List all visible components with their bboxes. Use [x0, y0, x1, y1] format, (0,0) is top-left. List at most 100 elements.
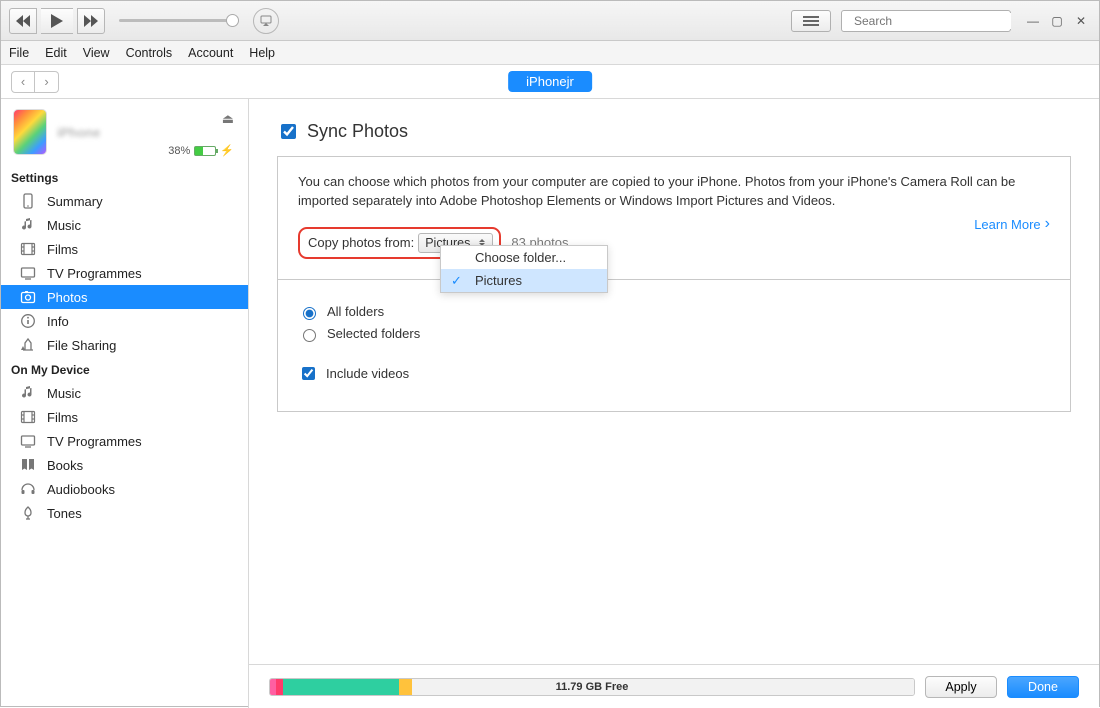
radio-all-folders[interactable]: All folders [298, 304, 1050, 320]
sidebar-item-photos[interactable]: Photos [1, 285, 248, 309]
include-videos-checkbox[interactable]: Include videos [298, 364, 1050, 383]
nav-bar: ‹ › iPhonejr [1, 65, 1099, 99]
sync-photos-header: Sync Photos [277, 121, 1071, 142]
play-button[interactable] [41, 8, 73, 34]
battery-text: 38% [168, 145, 190, 157]
sidebar-item-label: Films [47, 242, 78, 257]
include-videos-label: Include videos [326, 366, 409, 381]
nav-forward-button[interactable]: › [35, 71, 59, 93]
capacity-bar[interactable]: 11.79 GB Free [269, 678, 915, 696]
audiobooks-icon [19, 480, 37, 498]
list-view-button[interactable] [791, 10, 831, 32]
film-icon [19, 240, 37, 258]
sidebar-item-label: Audiobooks [47, 482, 115, 497]
radio-all-label: All folders [327, 304, 384, 319]
sync-photos-title: Sync Photos [307, 121, 408, 142]
sidebar-item-books[interactable]: Books [1, 453, 248, 477]
sidebar-item-label: Info [47, 314, 69, 329]
menu-edit[interactable]: Edit [45, 46, 67, 60]
playback-controls [1, 8, 105, 34]
search-field[interactable] [841, 10, 1011, 32]
sidebar-item-music[interactable]: Music [1, 213, 248, 237]
sidebar-item-audiobooks[interactable]: Audiobooks [1, 477, 248, 501]
maximize-button[interactable]: ▢ [1045, 12, 1069, 30]
sidebar-section-settings: Settings [1, 165, 248, 189]
device-tab[interactable]: iPhonejr [508, 71, 592, 92]
menu-help[interactable]: Help [249, 46, 275, 60]
sidebar-item-label: Photos [47, 290, 87, 305]
close-button[interactable]: ✕ [1069, 12, 1093, 30]
airplay-button[interactable] [253, 8, 279, 34]
battery-icon [194, 146, 216, 156]
tv-icon [19, 432, 37, 450]
dropdown-option-choose-folder-[interactable]: Choose folder... [441, 246, 607, 269]
sidebar-item-label: Films [47, 410, 78, 425]
menu-account[interactable]: Account [188, 46, 233, 60]
dropdown-option-pictures[interactable]: ✓ Pictures [441, 269, 607, 292]
folder-options-panel: All folders Selected folders Include vid… [277, 280, 1071, 412]
sidebar-item-label: TV Programmes [47, 434, 142, 449]
sync-photos-panel: You can choose which photos from your co… [277, 156, 1071, 280]
device-name: iPhone [57, 125, 100, 140]
sidebar-item-file-sharing[interactable]: File Sharing [1, 333, 248, 357]
sidebar-item-films[interactable]: Films [1, 405, 248, 429]
battery-status: 38% ⚡ [168, 144, 234, 157]
titlebar: — ▢ ✕ [1, 1, 1099, 41]
device-thumb-icon [13, 109, 47, 155]
copy-photos-dropdown-menu: Choose folder... ✓ Pictures [440, 245, 608, 293]
sidebar-item-label: Tones [47, 506, 82, 521]
window-controls: — ▢ ✕ [1021, 12, 1093, 30]
sidebar-item-tv-programmes[interactable]: TV Programmes [1, 429, 248, 453]
sidebar-item-tones[interactable]: Tones [1, 501, 248, 525]
music-icon [19, 216, 37, 234]
radio-selected-folders[interactable]: Selected folders [298, 326, 1050, 342]
sidebar-item-summary[interactable]: Summary [1, 189, 248, 213]
bottom-bar: 11.79 GB Free Apply Done [249, 664, 1099, 708]
dropdown-option-label: Choose folder... [475, 250, 566, 265]
radio-selected-label: Selected folders [327, 326, 420, 341]
sidebar-item-label: Summary [47, 194, 103, 209]
search-input[interactable] [852, 13, 1011, 29]
content-area: Sync Photos You can choose which photos … [249, 99, 1099, 708]
menu-view[interactable]: View [83, 46, 110, 60]
sidebar-item-label: Books [47, 458, 83, 473]
charging-icon: ⚡ [220, 144, 234, 157]
sidebar-item-tv-programmes[interactable]: TV Programmes [1, 261, 248, 285]
fileshare-icon [19, 336, 37, 354]
minimize-button[interactable]: — [1021, 12, 1045, 30]
sidebar-item-info[interactable]: Info [1, 309, 248, 333]
sidebar-item-label: File Sharing [47, 338, 116, 353]
film-icon [19, 408, 37, 426]
device-header[interactable]: iPhone ⏏ 38% ⚡ [1, 99, 248, 165]
volume-slider[interactable] [119, 19, 239, 22]
menubar: File Edit View Controls Account Help [1, 41, 1099, 65]
learn-more-link[interactable]: Learn More [974, 215, 1050, 233]
done-button[interactable]: Done [1007, 676, 1079, 698]
nav-back-button[interactable]: ‹ [11, 71, 35, 93]
sidebar-item-label: Music [47, 386, 81, 401]
info-icon [19, 312, 37, 330]
sync-photos-intro: You can choose which photos from your co… [298, 173, 1050, 211]
books-icon [19, 456, 37, 474]
sidebar: iPhone ⏏ 38% ⚡ Settings Summary Music Film… [1, 99, 249, 708]
eject-icon[interactable]: ⏏ [222, 111, 234, 127]
tv-icon [19, 264, 37, 282]
menu-controls[interactable]: Controls [126, 46, 173, 60]
check-icon: ✓ [451, 273, 462, 289]
sidebar-section-ondevice: On My Device [1, 357, 248, 381]
capacity-free-label: 11.79 GB Free [270, 679, 914, 695]
sidebar-item-label: TV Programmes [47, 266, 142, 281]
sidebar-item-label: Music [47, 218, 81, 233]
next-button[interactable] [77, 8, 105, 34]
sync-photos-checkbox[interactable] [281, 124, 296, 139]
menu-file[interactable]: File [9, 46, 29, 60]
apply-button[interactable]: Apply [925, 676, 997, 698]
prev-button[interactable] [9, 8, 37, 34]
summary-icon [19, 192, 37, 210]
tones-icon [19, 504, 37, 522]
sidebar-item-films[interactable]: Films [1, 237, 248, 261]
copy-photos-label: Copy photos from: [308, 235, 414, 250]
sidebar-item-music[interactable]: Music [1, 381, 248, 405]
photos-icon [19, 288, 37, 306]
dropdown-option-label: Pictures [475, 273, 522, 288]
